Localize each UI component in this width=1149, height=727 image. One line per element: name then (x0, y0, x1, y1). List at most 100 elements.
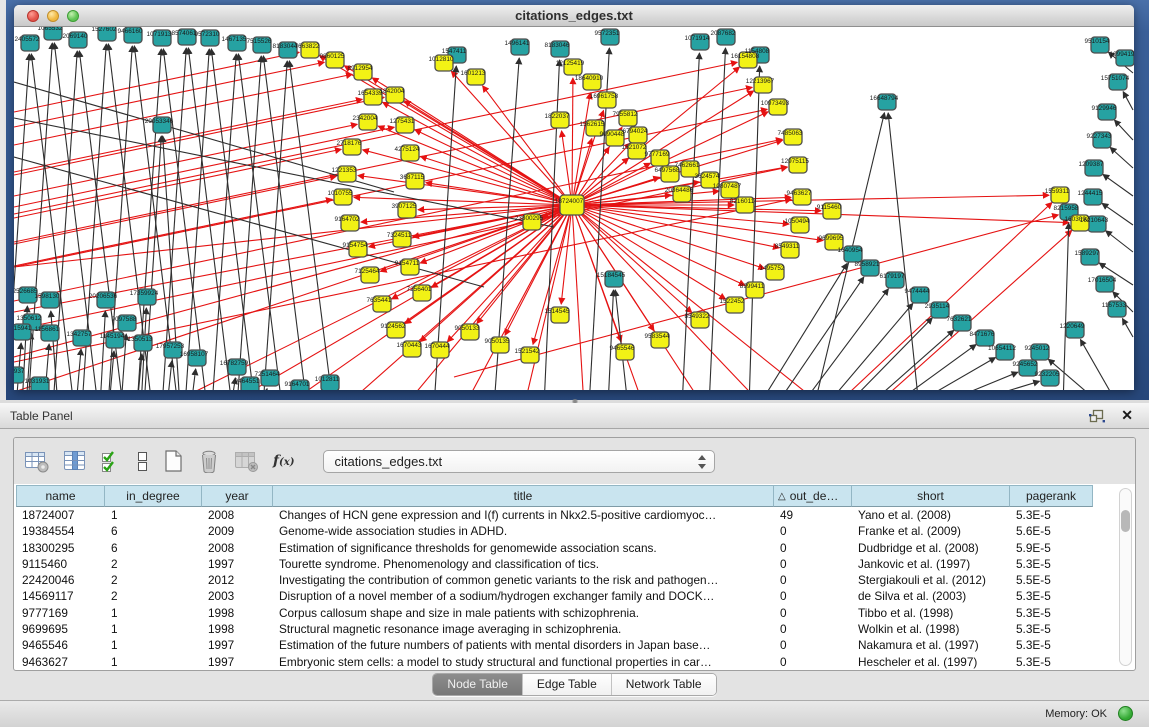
graph-node-label: 1598130 (35, 293, 60, 300)
graph-node-label: 1156861 (35, 326, 60, 333)
black-edge[interactable] (1110, 147, 1133, 168)
graph-node-label: 9129946 (1092, 105, 1117, 112)
table-row[interactable]: 1830029562008Estimation of significance … (16, 540, 1093, 556)
delete-columns-icon[interactable] (197, 449, 221, 473)
black-edge[interactable] (758, 263, 847, 390)
black-edge[interactable] (825, 303, 913, 390)
black-edge[interactable] (867, 330, 954, 390)
cell-year: 1997 (202, 637, 273, 653)
citation-network-graph[interactable]: 2405572106553220691401527602946616010719… (14, 27, 1134, 390)
cell-title: Tourette syndrome. Phenomenology and cla… (273, 556, 774, 572)
cell-year: 1998 (202, 621, 273, 637)
black-edge[interactable] (933, 372, 1018, 390)
cell-short: Hescheler et al. (1997) (852, 654, 1010, 670)
function-builder-icon[interactable]: f(x) (273, 453, 294, 469)
column-header-pagerank[interactable]: pagerank (1010, 485, 1093, 507)
table-row[interactable]: 969969511998Structural magnetic resonanc… (16, 621, 1093, 637)
black-edge[interactable] (749, 66, 760, 390)
column-header-title[interactable]: title (273, 485, 774, 507)
red-edge[interactable] (14, 199, 332, 266)
network-window-titlebar[interactable]: citations_edges.txt (14, 5, 1134, 27)
table-options-icon[interactable] (24, 449, 50, 473)
black-edge[interactable] (1122, 319, 1133, 337)
column-header-in_degree[interactable]: in_degree (105, 485, 202, 507)
black-edge[interactable] (1106, 231, 1133, 252)
new-table-icon[interactable] (162, 449, 184, 473)
table-row[interactable]: 1456911722003Disruption of a novel membe… (16, 588, 1093, 604)
black-edge[interactable] (100, 311, 105, 390)
close-panel-icon[interactable]: ✕ (1121, 407, 1133, 424)
show-columns-icon[interactable] (63, 449, 87, 473)
tab-network-table[interactable]: Network Table (612, 674, 716, 695)
black-edge[interactable] (1123, 92, 1133, 110)
black-edge[interactable] (890, 344, 976, 390)
black-edge[interactable] (910, 358, 995, 390)
column-header-name[interactable]: name (16, 485, 105, 507)
red-edge[interactable] (14, 205, 572, 267)
table-row[interactable]: 911546021997Tourette syndrome. Phenomeno… (16, 556, 1093, 572)
red-edge[interactable] (14, 99, 362, 172)
cell-name: 9699695 (16, 621, 105, 637)
graph-node-label: 4275124 (395, 146, 420, 153)
red-edge[interactable] (572, 205, 765, 269)
vertical-scrollbar[interactable] (1119, 488, 1132, 666)
red-edge[interactable] (354, 197, 572, 205)
graph-node-label: 1350513 (128, 336, 153, 343)
float-panel-icon[interactable] (1089, 409, 1105, 423)
table-body: 1872400712008Changes of HCN gene express… (16, 507, 1093, 670)
black-edge[interactable] (608, 290, 613, 390)
black-edge[interactable] (775, 277, 864, 390)
black-edge[interactable] (167, 361, 172, 390)
black-edge[interactable] (191, 369, 196, 390)
graph-node-label: 1496141 (505, 40, 530, 47)
network-canvas[interactable]: 2405572106553220691401527602946616010719… (14, 27, 1134, 390)
black-edge[interactable] (709, 48, 725, 390)
graph-node-label: 1495752 (760, 265, 785, 272)
black-edge[interactable] (888, 113, 919, 390)
table-row[interactable]: 977716911998Corpus callosum shape and si… (16, 605, 1093, 621)
red-edge[interactable] (561, 205, 572, 304)
graph-node-label: 1514545 (545, 308, 570, 315)
unselect-all-columns-icon[interactable] (135, 449, 149, 473)
black-edge[interactable] (1063, 223, 1069, 390)
graph-node-label: 9510154 (1085, 38, 1110, 45)
column-header-label: short (917, 489, 944, 503)
red-edge[interactable] (363, 150, 572, 205)
table-row[interactable]: 946554611997Estimation of the future num… (16, 637, 1093, 653)
cell-year: 2008 (202, 540, 273, 556)
black-edge[interactable] (615, 290, 628, 390)
black-edge[interactable] (1103, 174, 1133, 196)
black-edge[interactable] (185, 49, 209, 390)
column-header-short[interactable]: short (852, 485, 1010, 507)
graph-node-label: 9050133 (455, 325, 480, 332)
cell-short: Tibbo et al. (1998) (852, 605, 1010, 621)
network-window: citations_edges.txt 24055721065532206914… (14, 5, 1134, 390)
table-header-row: namein_degreeyeartitle△out_de… short pager… (16, 485, 1093, 507)
tab-node-table[interactable]: Node Table (433, 674, 523, 695)
red-edge[interactable] (874, 230, 1072, 390)
graph-node-label: 9699695 (819, 235, 844, 242)
table-row[interactable]: 1938455462009Genome-wide association stu… (16, 523, 1093, 539)
black-edge[interactable] (800, 289, 888, 390)
table-row[interactable]: 946362711997Embryonic stem cells: a mode… (16, 654, 1093, 670)
black-edge[interactable] (955, 381, 1039, 390)
memory-indicator[interactable] (1118, 706, 1133, 721)
table-selector[interactable]: citations_edges.txt (323, 450, 715, 473)
cell-name: 22420046 (16, 572, 105, 588)
graph-node-label: 6794024 (623, 128, 648, 135)
select-all-columns-icon[interactable] (100, 449, 122, 473)
graph-node-label: 17359924 (130, 290, 159, 297)
scrollbar-thumb[interactable] (1121, 510, 1130, 532)
column-header-out_degree[interactable]: △out_de… (774, 485, 852, 507)
black-edge[interactable] (263, 61, 287, 390)
table-row[interactable]: 1872400712008Changes of HCN gene express… (16, 507, 1093, 523)
tab-edge-table[interactable]: Edge Table (523, 674, 612, 695)
column-header-year[interactable]: year (202, 485, 273, 507)
black-edge[interactable] (237, 56, 261, 390)
graph-node-label: 9245652 (1013, 361, 1038, 368)
black-edge[interactable] (1080, 340, 1119, 390)
cell-title: Structural magnetic resonance image aver… (273, 621, 774, 637)
table-row[interactable]: 2242004622012Investigating the contribut… (16, 572, 1093, 588)
graph-node-label: 1099419 (1110, 51, 1134, 58)
black-edge[interactable] (1114, 120, 1133, 140)
